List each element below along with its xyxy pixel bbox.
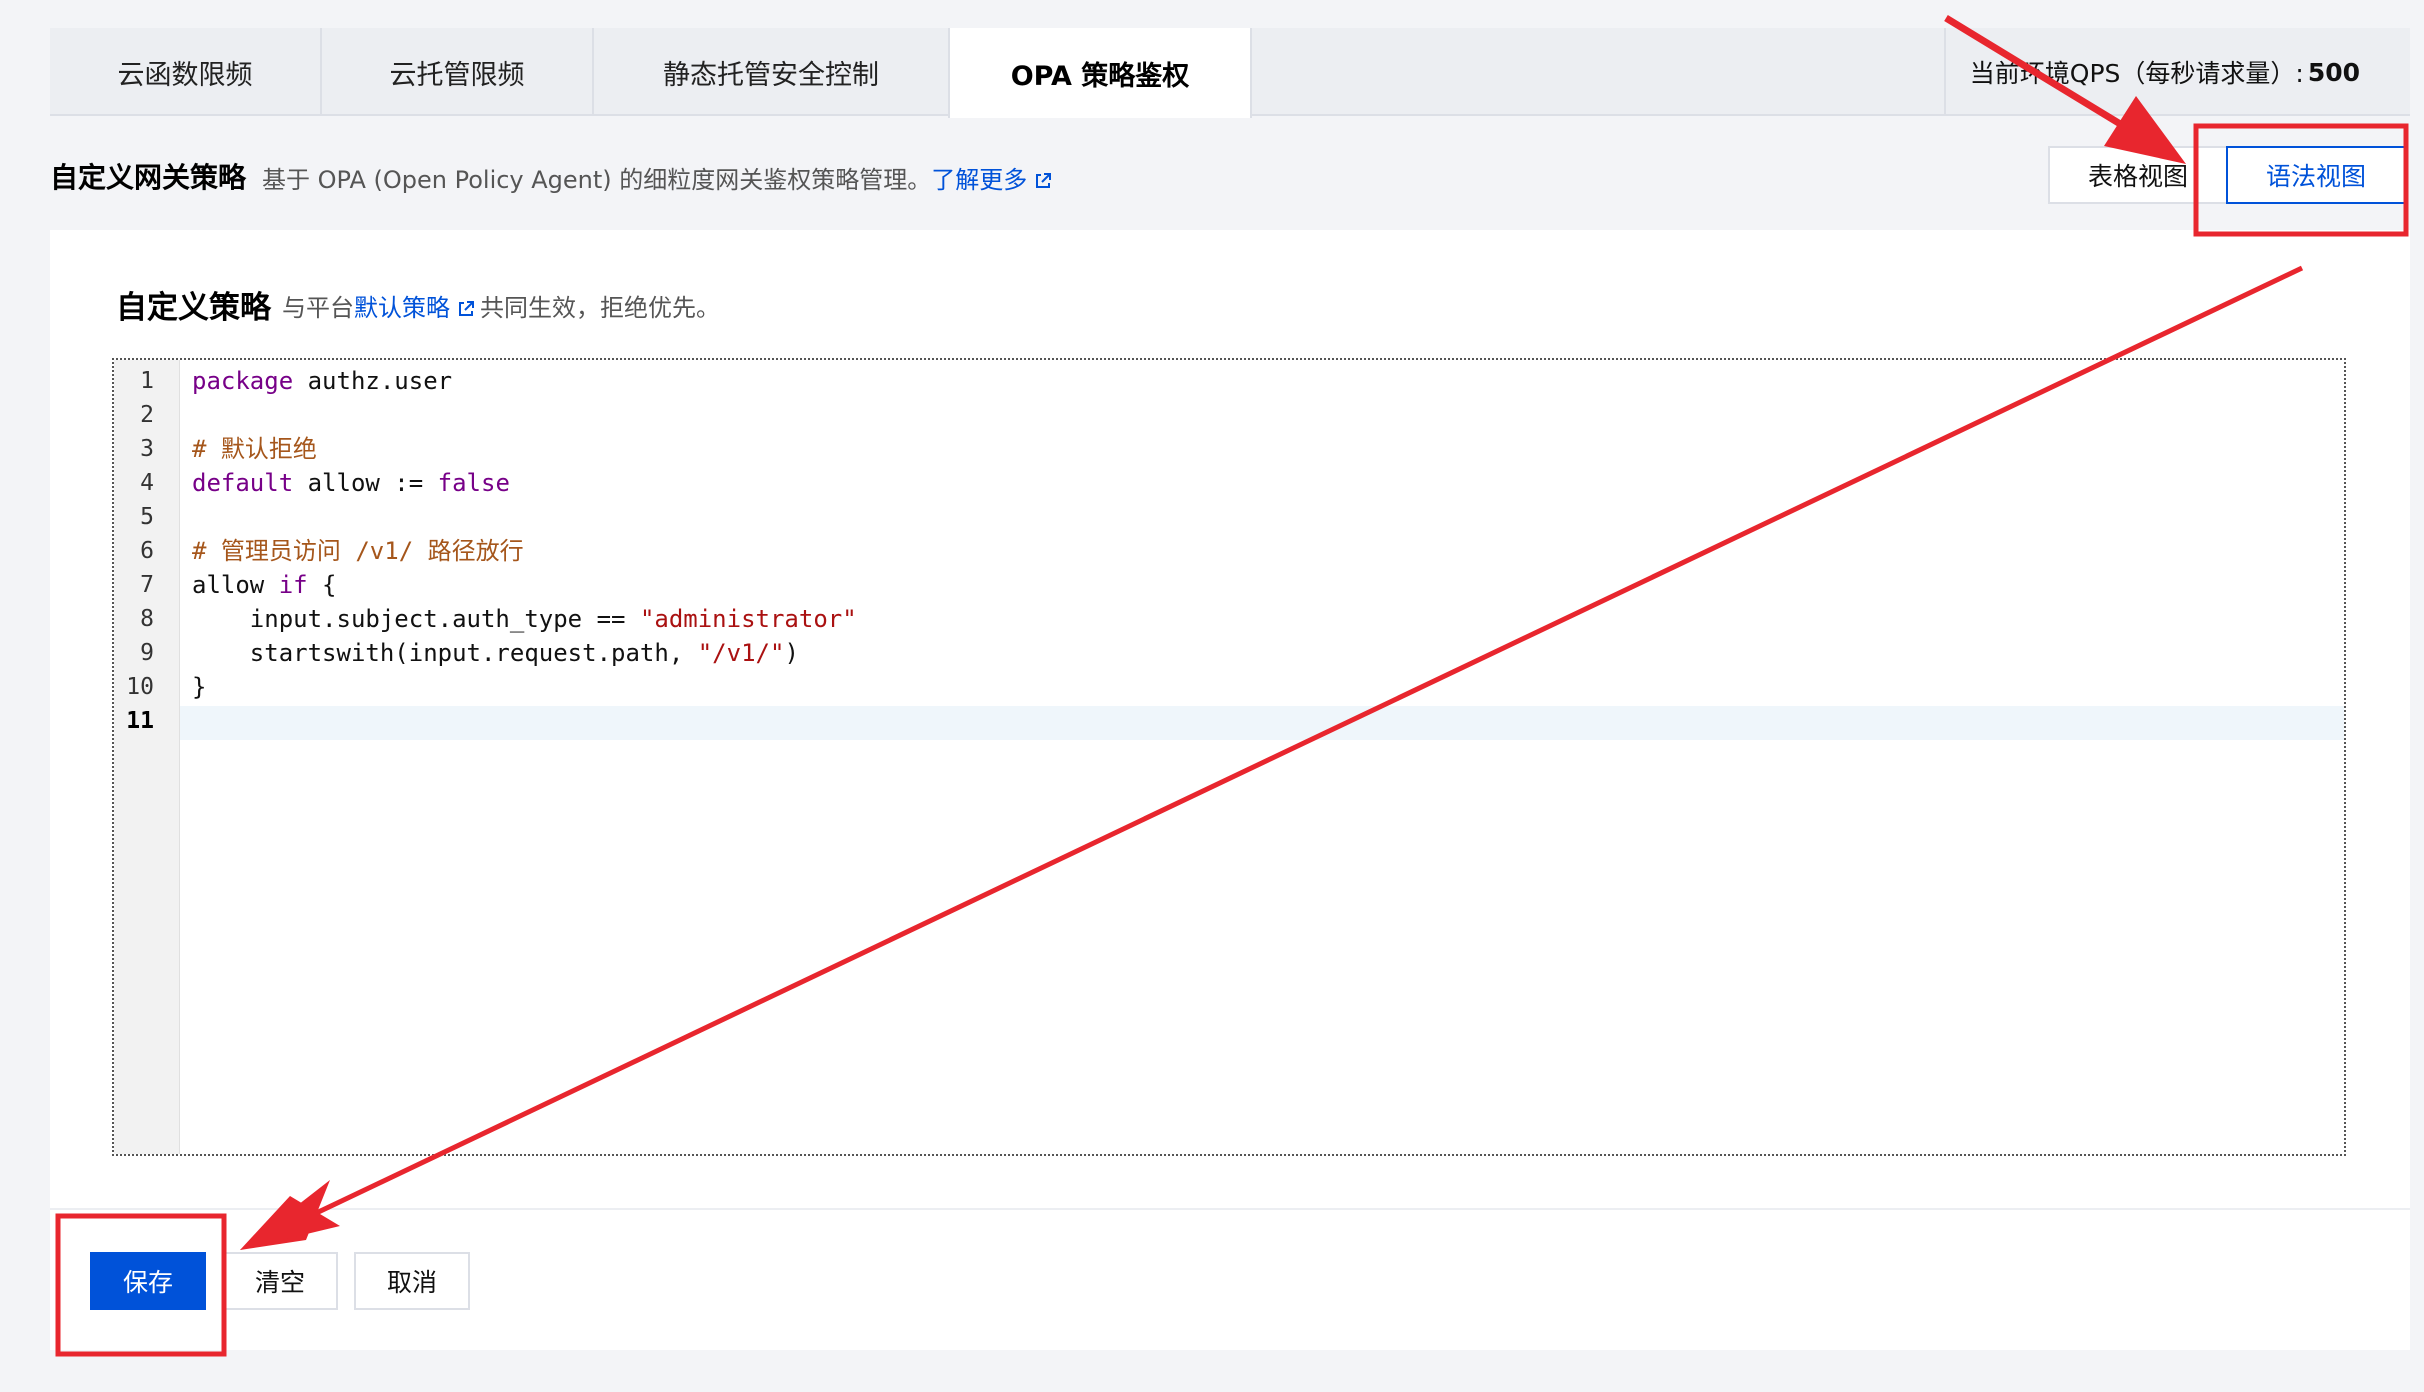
cancel-button[interactable]: 取消 [354, 1252, 470, 1310]
card-desc-suffix: 共同生效，拒绝优先。 [480, 294, 720, 322]
line-number: 8 [140, 606, 154, 632]
tab-opa-policy-auth[interactable]: OPA 策略鉴权 [948, 28, 1252, 118]
card-desc-prefix: 与平台 [282, 294, 354, 322]
tab-cloud-function-rate-limit[interactable]: 云函数限频 [50, 28, 322, 116]
code-line: default allow := false [192, 469, 510, 497]
page-description: 基于 OPA (Open Policy Agent) 的细粒度网关鉴权策略管理。… [262, 160, 1052, 195]
line-number: 7 [140, 572, 154, 598]
tab-label: OPA 策略鉴权 [1010, 60, 1190, 92]
learn-more-label: 了解更多 [931, 166, 1028, 194]
line-number: 2 [140, 402, 154, 428]
syntax-view-button[interactable]: 语法视图 [2226, 146, 2406, 204]
active-line-highlight [180, 706, 2344, 740]
code-line: package authz.user [192, 367, 453, 395]
tab-label: 静态托管安全控制 [663, 59, 879, 91]
tab-static-hosting-security[interactable]: 静态托管安全控制 [594, 28, 950, 116]
line-number: 10 [126, 674, 154, 700]
save-button[interactable]: 保存 [90, 1252, 206, 1310]
qps-value: 500 [2307, 57, 2360, 87]
line-number: 5 [140, 504, 154, 530]
qps-indicator: 当前环境QPS（每秒请求量）: 500 [1943, 28, 2360, 116]
page: 云函数限频 云托管限频 静态托管安全控制 OPA 策略鉴权 当前环境QPS（每秒… [0, 0, 2424, 1392]
default-policy-link[interactable]: 默认策略 [354, 294, 474, 322]
tab-label: 云托管限频 [389, 59, 525, 91]
clear-button[interactable]: 清空 [222, 1252, 338, 1310]
code-line: # 默认拒绝 [192, 435, 317, 463]
code-line: } [192, 673, 207, 701]
line-number: 9 [140, 640, 154, 666]
table-view-button[interactable]: 表格视图 [2048, 146, 2228, 204]
line-number: 11 [126, 708, 154, 734]
action-bar: 保存 清空 取消 [50, 1208, 2410, 1350]
save-label: 保存 [122, 1268, 173, 1297]
code-line: # 管理员访问 /v1/ 路径放行 [192, 537, 524, 565]
description-text: 基于 OPA (Open Policy Agent) 的细粒度网关鉴权策略管理。 [262, 166, 932, 194]
qps-label: 当前环境QPS（每秒请求量）: [1969, 59, 2304, 88]
table-view-label: 表格视图 [2087, 162, 2188, 191]
code-line: allow if { [192, 571, 337, 599]
tab-cloud-hosting-rate-limit[interactable]: 云托管限频 [322, 28, 594, 116]
code-editor[interactable]: 1 2 3 4 5 6 7 8 9 10 11 package authz.us… [112, 358, 2346, 1156]
code-line: startswith(input.request.path, "/v1/") [192, 639, 799, 667]
line-number: 4 [140, 470, 154, 496]
clear-label: 清空 [254, 1268, 305, 1297]
cancel-label: 取消 [386, 1268, 437, 1297]
line-number: 3 [140, 436, 154, 462]
tab-label: 云函数限频 [117, 59, 253, 91]
external-link-icon [1036, 173, 1052, 188]
code-line: input.subject.auth_type == "administrato… [192, 605, 857, 633]
external-link-icon [459, 301, 474, 316]
line-number: 1 [140, 368, 154, 394]
tab-bar: 云函数限频 云托管限频 静态托管安全控制 OPA 策略鉴权 当前环境QPS（每秒… [50, 28, 2410, 118]
syntax-view-label: 语法视图 [2265, 162, 2366, 191]
card-description: 与平台默认策略 共同生效，拒绝优先。 [282, 288, 720, 323]
page-title: 自定义网关策略 [50, 161, 247, 194]
line-number: 6 [140, 538, 154, 564]
learn-more-link[interactable]: 了解更多 [931, 166, 1052, 194]
default-policy-label: 默认策略 [354, 294, 450, 322]
policy-card: 自定义策略 与平台默认策略 共同生效，拒绝优先。 1 2 3 4 5 6 7 8 … [50, 230, 2410, 1350]
card-title: 自定义策略 [116, 290, 271, 326]
